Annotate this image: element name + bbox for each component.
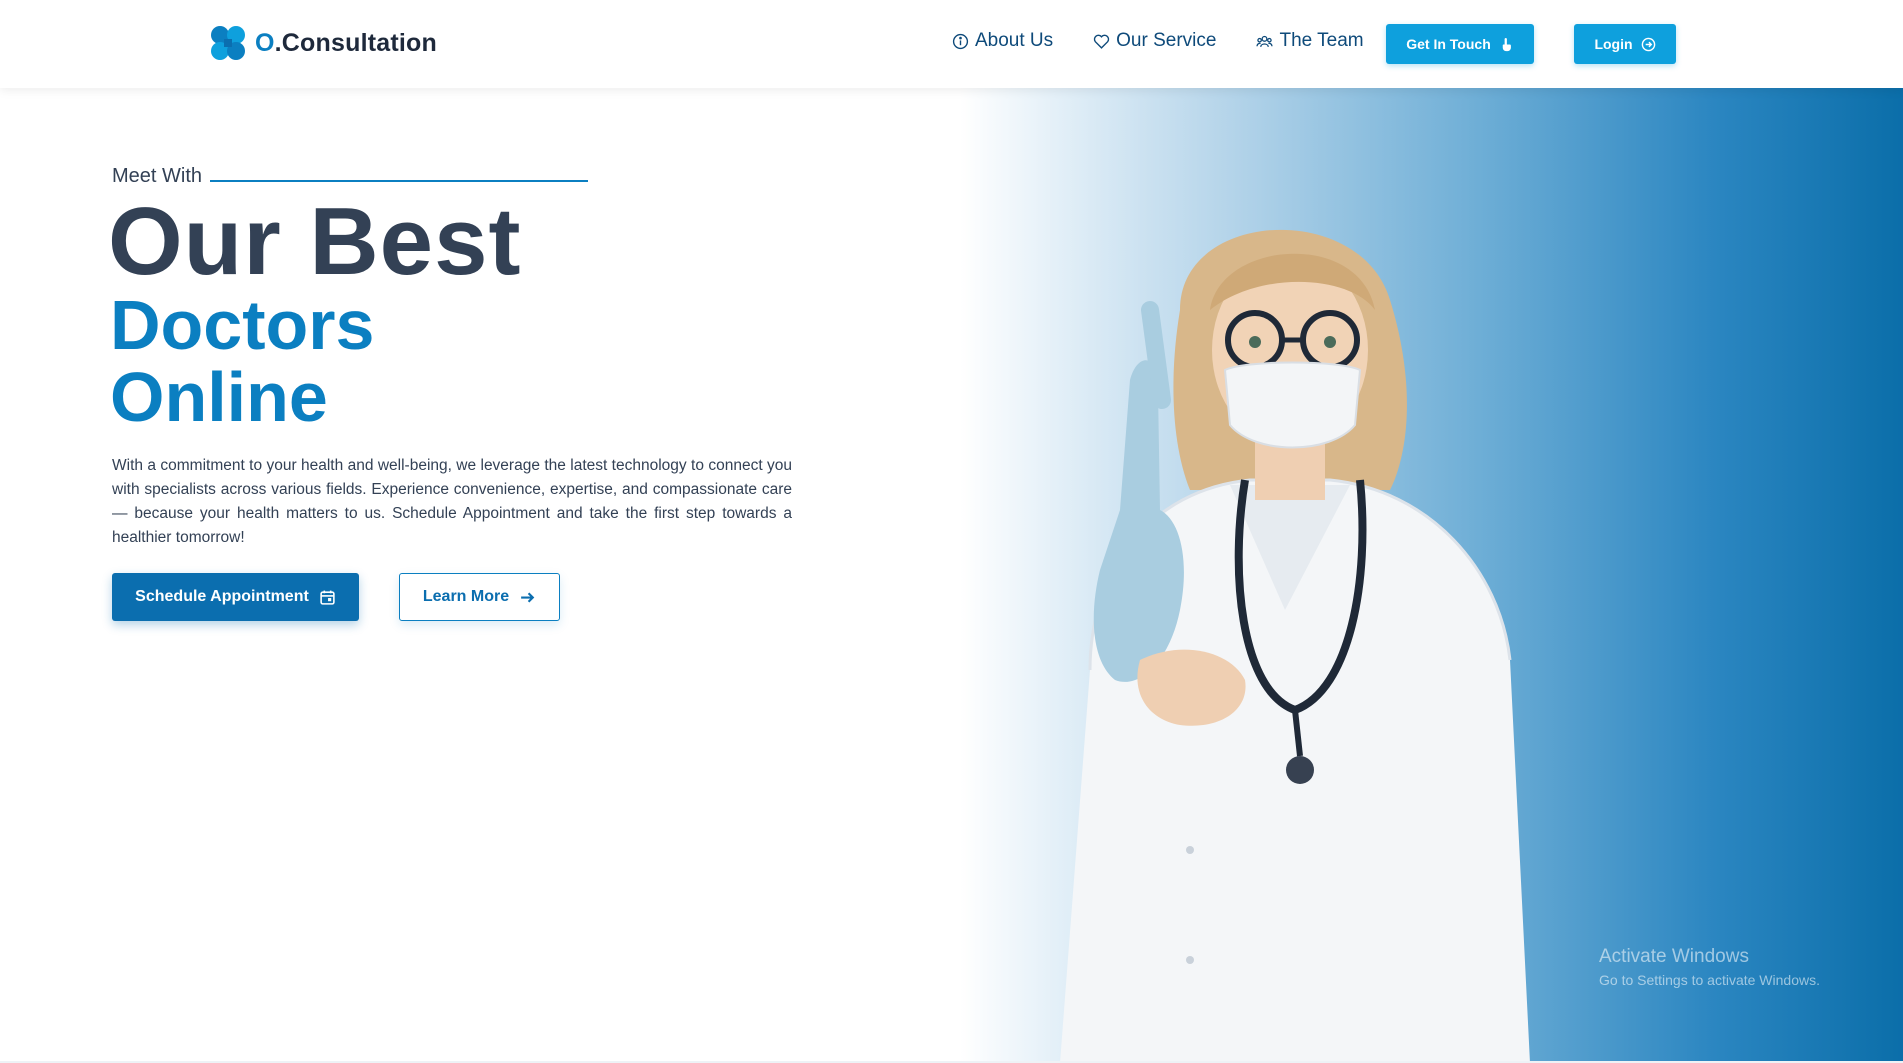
nav-links: About Us Our Service The Team (952, 30, 1364, 52)
get-in-touch-button[interactable]: Get In Touch (1386, 24, 1534, 64)
nav-our-service[interactable]: Our Service (1093, 30, 1216, 52)
meet-with-row: Meet With (112, 165, 589, 188)
login-label: Login (1594, 36, 1633, 52)
brand-name: O.Consultation (255, 28, 437, 57)
nav-our-service-label: Our Service (1116, 30, 1217, 51)
activate-windows-watermark: Activate Windows Go to Settings to activ… (1599, 946, 1820, 988)
learn-more-button[interactable]: Learn More (399, 573, 560, 621)
brand-logo-link[interactable]: O.Consultation (207, 22, 437, 64)
navbar: O.Consultation About Us Our Service The … (0, 0, 1903, 88)
clover-logo-icon (211, 26, 245, 60)
nav-about-us[interactable]: About Us (952, 30, 1053, 52)
nav-about-us-label: About Us (975, 30, 1054, 51)
schedule-appointment-label: Schedule Appointment (135, 588, 309, 605)
watermark-subtitle: Go to Settings to activate Windows. (1599, 972, 1820, 988)
nav-the-team[interactable]: The Team (1256, 30, 1364, 52)
login-button[interactable]: Login (1574, 24, 1676, 64)
hero-title-line-3: Online (110, 358, 328, 436)
meet-with-divider (210, 179, 589, 182)
page: O.Consultation About Us Our Service The … (0, 0, 1903, 1063)
arrow-right-icon (521, 591, 535, 603)
schedule-appointment-button[interactable]: Schedule Appointment (112, 573, 359, 621)
calendar-icon (320, 590, 335, 605)
heart-icon (1093, 34, 1110, 49)
pointer-hand-icon (1502, 37, 1511, 51)
learn-more-label: Learn More (422, 588, 510, 605)
login-arrow-icon (1641, 37, 1655, 51)
hero-description: With a commitment to your health and wel… (112, 457, 792, 546)
hero-title-line-2: Doctors (110, 286, 375, 364)
hero-title-line-1: Our Best (108, 188, 522, 295)
doctor-illustration (1060, 229, 1530, 1063)
nav-the-team-label: The Team (1279, 30, 1364, 51)
meet-with-label: Meet With (112, 165, 203, 187)
get-in-touch-label: Get In Touch (1406, 36, 1491, 52)
team-icon (1256, 35, 1274, 47)
info-icon (952, 33, 969, 49)
watermark-title: Activate Windows (1599, 946, 1749, 967)
